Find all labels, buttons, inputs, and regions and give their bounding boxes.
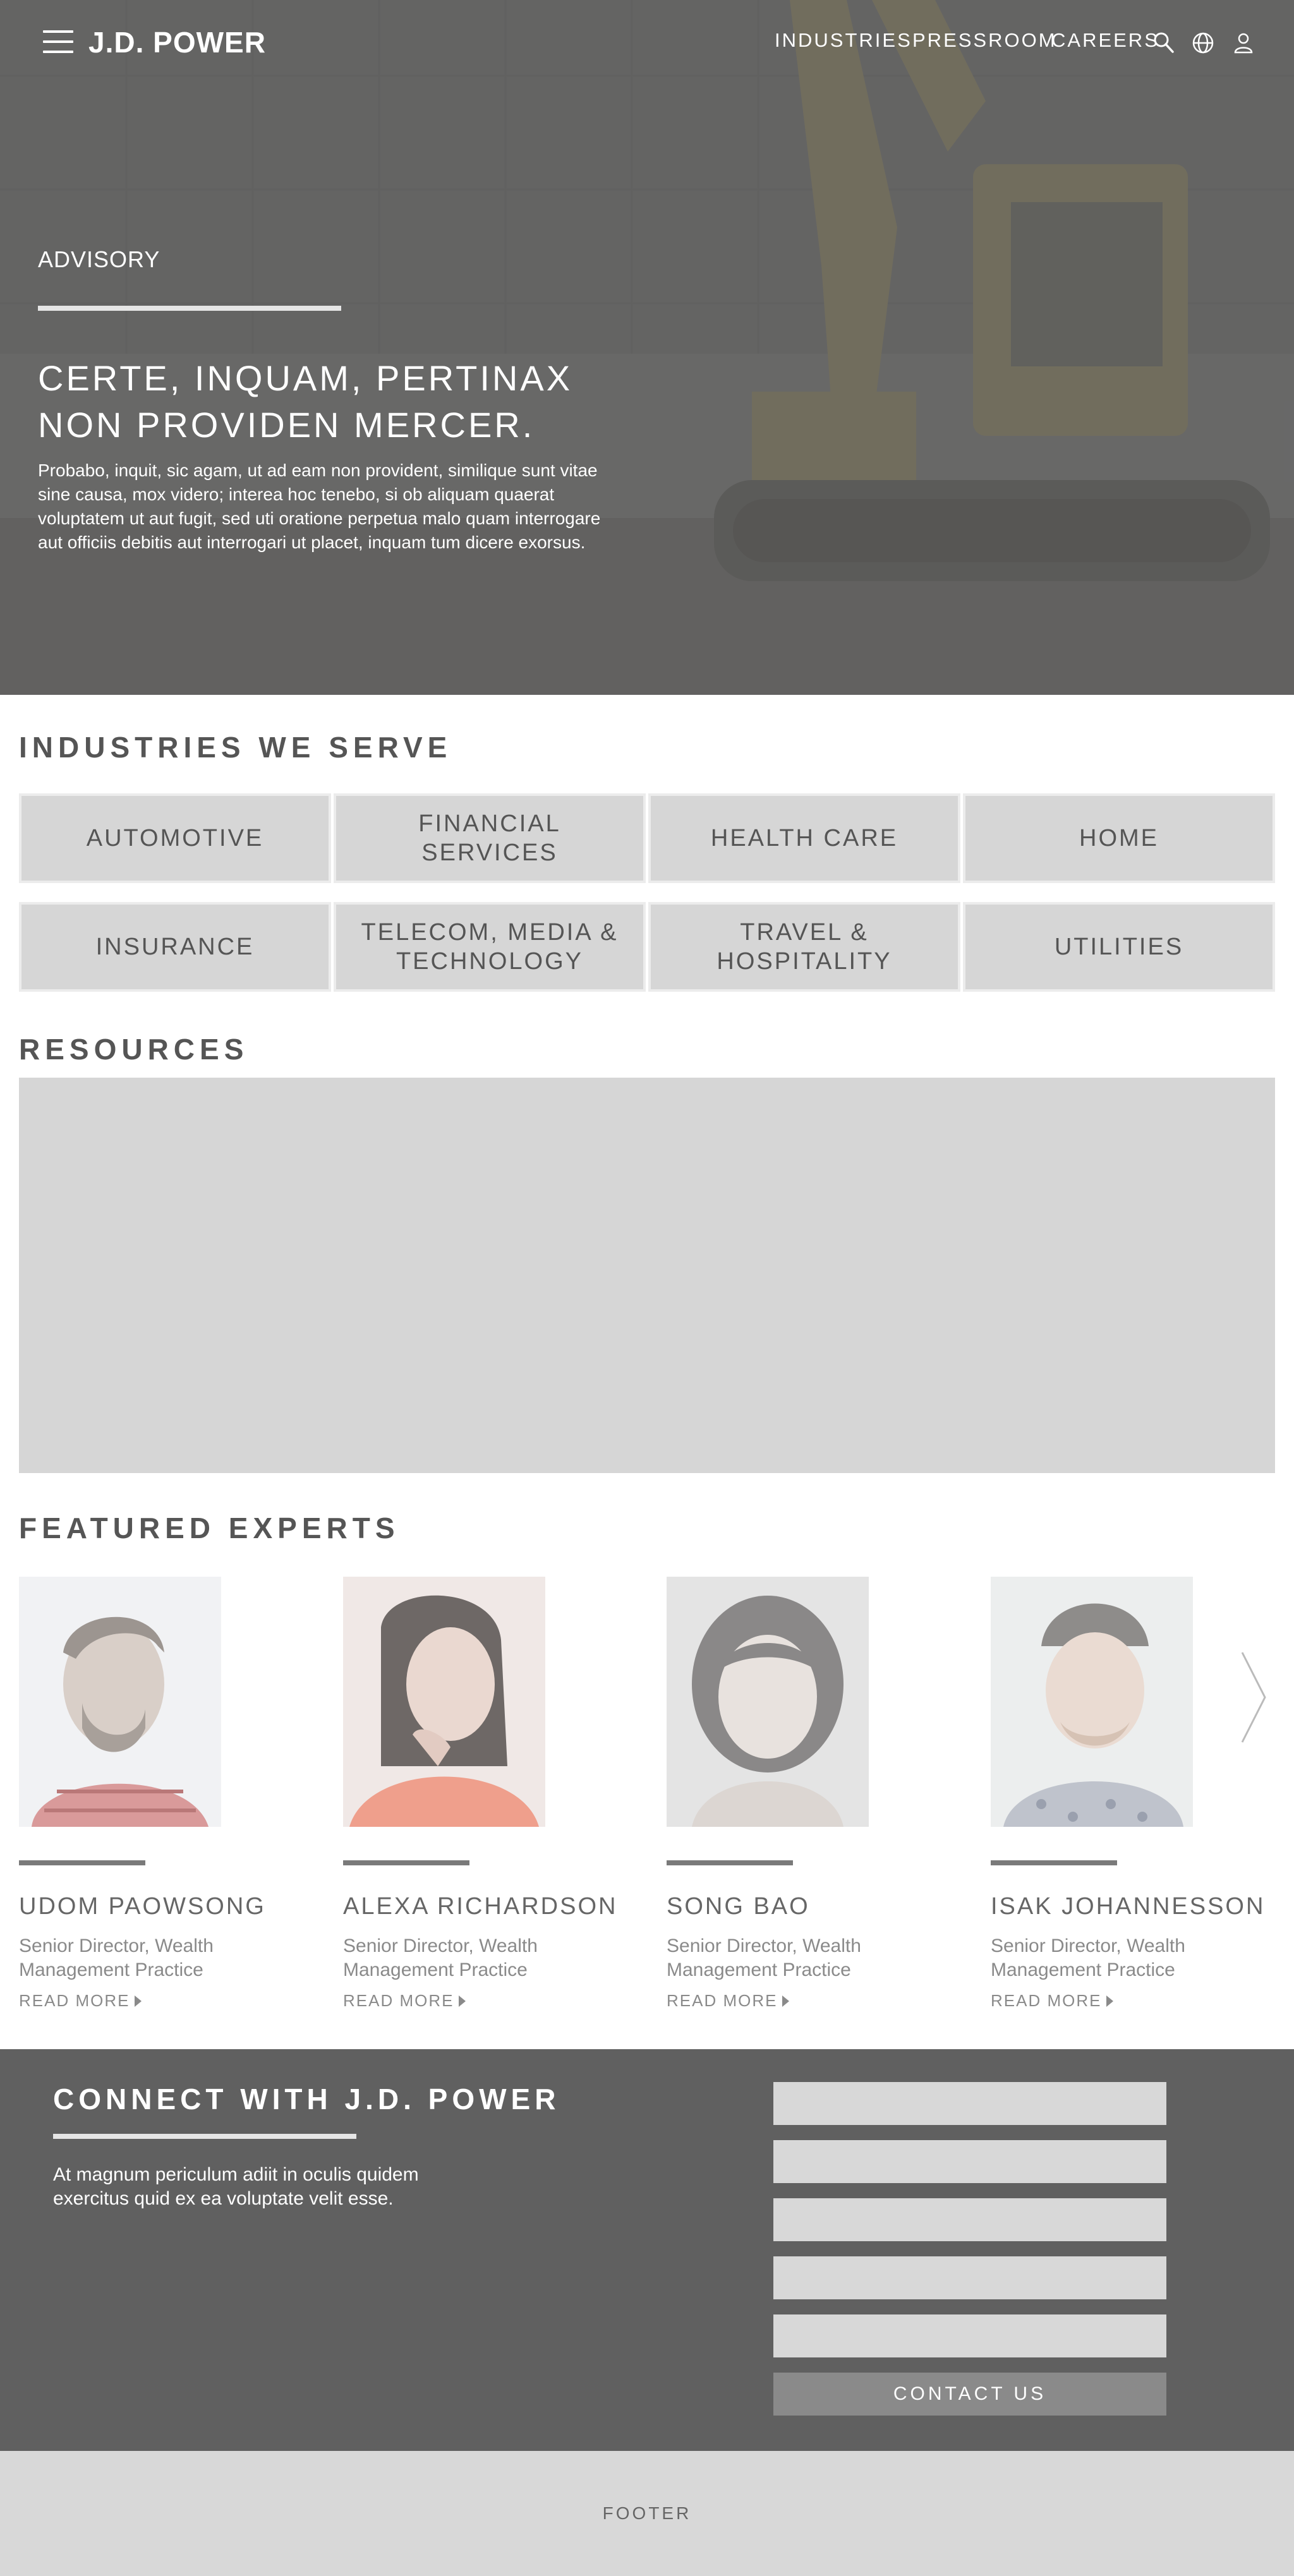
industry-tile-financial-services[interactable]: FINANCIAL SERVICES <box>334 793 646 883</box>
expert-photo[interactable] <box>19 1577 221 1827</box>
resources-heading: RESOURCES <box>19 1033 249 1066</box>
expert-card: UDOM PAOWSONG Senior Director, Wealth Ma… <box>19 1577 310 2011</box>
expert-divider <box>667 1860 793 1865</box>
caret-right-icon <box>459 1995 466 2007</box>
industry-tile-travel-hospitality[interactable]: TRAVEL & HOSPITALITY <box>648 902 960 992</box>
expert-photo[interactable] <box>667 1577 869 1827</box>
read-more-link[interactable]: READ MORE <box>19 1991 142 2011</box>
caret-right-icon <box>135 1995 142 2007</box>
connect-text: At magnum periculum adiit in oculis quid… <box>53 2164 419 2209</box>
expert-name[interactable]: SONG BAO <box>667 1893 957 1920</box>
menu-icon[interactable] <box>43 29 73 54</box>
contact-field-3[interactable] <box>773 2198 1166 2241</box>
connect-divider <box>53 2134 356 2139</box>
chevron-right-icon[interactable] <box>1237 1650 1269 1745</box>
hero-divider <box>38 306 341 311</box>
read-more-link[interactable]: READ MORE <box>343 1991 466 2011</box>
nav-careers[interactable]: CAREERS <box>1051 29 1159 52</box>
hero-banner: J.D. POWER INDUSTRIES PRESSROOM CAREERS … <box>0 0 1294 695</box>
industry-tile-home[interactable]: HOME <box>963 793 1275 883</box>
logo[interactable]: J.D. POWER <box>88 25 266 59</box>
expert-card: ALEXA RICHARDSON Senior Director, Wealth… <box>343 1577 634 2011</box>
globe-icon[interactable] <box>1190 30 1216 56</box>
read-more-link[interactable]: READ MORE <box>991 1991 1114 2011</box>
read-more-label: READ MORE <box>19 1991 130 2010</box>
contact-field-5[interactable] <box>773 2314 1166 2357</box>
contact-field-2[interactable] <box>773 2140 1166 2183</box>
nav-industries[interactable]: INDUSTRIES <box>775 29 912 52</box>
connect-title: CONNECT WITH J.D. POWER <box>53 2083 560 2116</box>
experts-heading: FEATURED EXPERTS <box>19 1512 400 1544</box>
expert-divider <box>991 1860 1117 1865</box>
user-icon[interactable] <box>1231 30 1256 56</box>
industry-tile-insurance[interactable]: INSURANCE <box>19 902 331 992</box>
contact-field-1[interactable] <box>773 2082 1166 2125</box>
hero-eyebrow: ADVISORY <box>38 246 160 272</box>
contact-field-4[interactable] <box>773 2256 1166 2299</box>
expert-divider <box>343 1860 469 1865</box>
expert-photo[interactable] <box>343 1577 545 1827</box>
footer: FOOTER <box>0 2451 1294 2576</box>
expert-card: ISAK JOHANNESSON Senior Director, Wealth… <box>991 1577 1281 2011</box>
caret-right-icon <box>782 1995 790 2007</box>
expert-title: Senior Director, Wealth Management Pract… <box>667 1935 861 1980</box>
top-navigation: J.D. POWER INDUSTRIES PRESSROOM CAREERS <box>0 0 1294 88</box>
hero-content: ADVISORY CERTE, INQUAM, PERTINAX NON PRO… <box>38 246 607 555</box>
expert-photo[interactable] <box>991 1577 1193 1827</box>
industry-tile-automotive[interactable]: AUTOMOTIVE <box>19 793 331 883</box>
search-icon[interactable] <box>1151 30 1176 56</box>
expert-name[interactable]: ISAK JOHANNESSON <box>991 1893 1281 1920</box>
footer-label: FOOTER <box>602 2503 692 2523</box>
connect-section: CONNECT WITH J.D. POWER At magnum pericu… <box>0 2049 1294 2451</box>
resources-placeholder <box>19 1078 1275 1473</box>
caret-right-icon <box>1106 1995 1114 2007</box>
industry-tile-utilities[interactable]: UTILITIES <box>963 902 1275 992</box>
expert-card: SONG BAO Senior Director, Wealth Managem… <box>667 1577 957 2011</box>
expert-title: Senior Director, Wealth Management Pract… <box>19 1935 214 1980</box>
nav-pressroom[interactable]: PRESSROOM <box>912 29 1057 52</box>
contact-us-button[interactable]: CONTACT US <box>773 2373 1166 2416</box>
industries-heading: INDUSTRIES WE SERVE <box>19 731 452 764</box>
expert-name[interactable]: ALEXA RICHARDSON <box>343 1893 634 1920</box>
expert-title: Senior Director, Wealth Management Pract… <box>343 1935 538 1980</box>
expert-divider <box>19 1860 145 1865</box>
read-more-label: READ MORE <box>991 1991 1102 2010</box>
hero-description: Probabo, inquit, sic agam, ut ad eam non… <box>38 460 601 552</box>
read-more-label: READ MORE <box>667 1991 778 2010</box>
read-more-label: READ MORE <box>343 1991 454 2010</box>
read-more-link[interactable]: READ MORE <box>667 1991 790 2011</box>
expert-name[interactable]: UDOM PAOWSONG <box>19 1893 310 1920</box>
industry-tile-telecom-media-technology[interactable]: TELECOM, MEDIA & TECHNOLOGY <box>334 902 646 992</box>
expert-title: Senior Director, Wealth Management Pract… <box>991 1935 1185 1980</box>
industry-tile-health-care[interactable]: HEALTH CARE <box>648 793 960 883</box>
hero-title: CERTE, INQUAM, PERTINAX NON PROVIDEN MER… <box>38 358 573 445</box>
